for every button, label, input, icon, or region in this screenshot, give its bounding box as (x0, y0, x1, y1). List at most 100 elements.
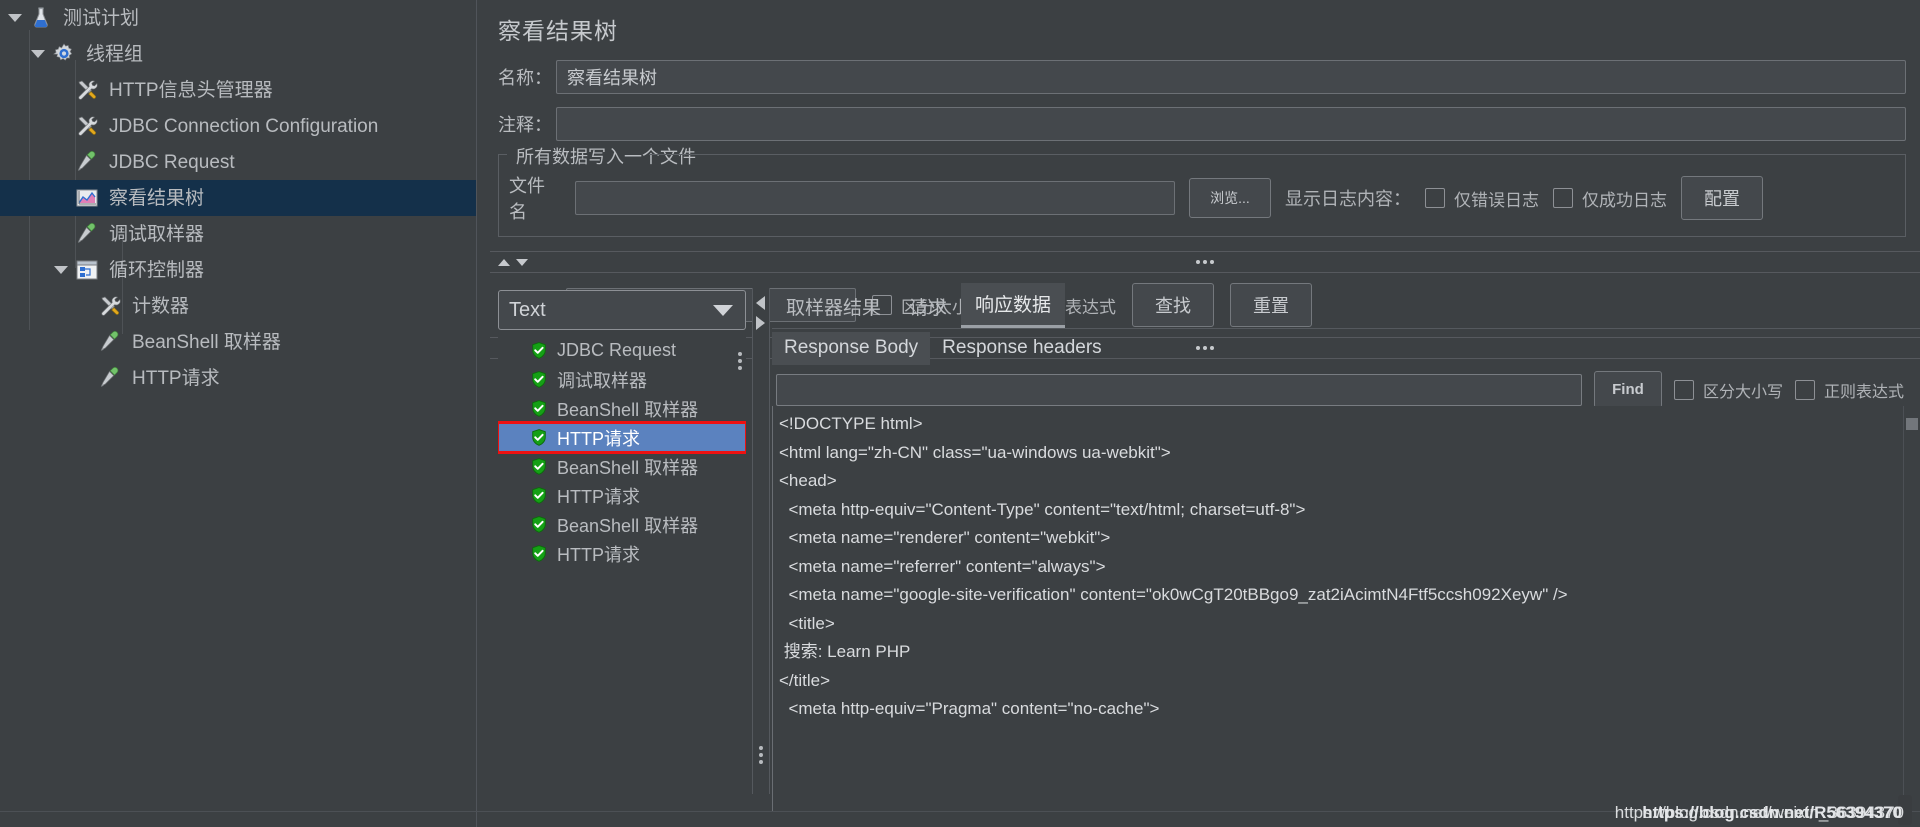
results-detail-splitter[interactable] (752, 288, 770, 794)
controller-icon (74, 258, 100, 282)
tree-item[interactable]: 循环控制器 (0, 252, 476, 288)
response-body-line: <meta name="google-site-verification" co… (779, 585, 1568, 604)
chevron-down-icon[interactable] (713, 305, 733, 316)
detail-tab[interactable]: 响应数据 (961, 283, 1066, 328)
response-case-label: 区分大小写 (1702, 383, 1783, 401)
chart-icon (76, 189, 98, 207)
success-only-label: 仅成功日志 (1582, 190, 1667, 210)
renderer-select[interactable]: Text (498, 290, 746, 330)
response-body-line: <meta http-equiv="Pragma" content="no-ca… (779, 699, 1160, 718)
sampler-list-item[interactable]: BeanShell 取样器 (498, 394, 746, 423)
response-body-line: </title> (779, 670, 831, 690)
tree-item[interactable]: BeanShell 取样器 (0, 324, 476, 360)
success-shield-icon (532, 458, 546, 475)
tree-twisty-placeholder (77, 302, 91, 310)
watermark-block (1898, 795, 1912, 825)
tree-item[interactable]: 察看结果树 (0, 180, 476, 216)
sampler-list-item[interactable]: HTTP请求 (498, 421, 746, 454)
sampler-list-item-label: HTTP请求 (557, 428, 640, 449)
jmeter-window: 测试计划 线程组 HTTP信息头管理器 JDBC Connection Configu… (0, 0, 1920, 827)
flask-icon (28, 6, 54, 30)
left-drag-dots-icon[interactable] (738, 352, 742, 370)
sampler-list-item[interactable]: JDBC Request (498, 336, 746, 365)
tree-item[interactable]: JDBC Connection Configuration (0, 108, 476, 144)
detail-subtabs[interactable]: Response Body Response headers (772, 329, 1920, 365)
chevron-up-icon[interactable] (498, 258, 510, 266)
test-plan-tree[interactable]: 测试计划 线程组 HTTP信息头管理器 JDBC Connection Configu… (0, 0, 476, 812)
checkbox-icon[interactable] (1553, 188, 1573, 208)
sampler-list-item-label: HTTP请求 (557, 544, 640, 565)
pipette-icon (74, 150, 100, 174)
sampler-result-list[interactable]: JDBC Request 调试取样器 BeanShell 取样器 HTTP请求 Bean… (498, 330, 746, 794)
tree-item[interactable]: HTTP请求 (0, 360, 476, 396)
success-only-checkbox[interactable]: 仅成功日志 (1553, 186, 1667, 211)
name-input[interactable]: 察看结果树 (556, 60, 1906, 94)
response-find-button[interactable]: Find (1593, 371, 1662, 408)
flask-icon (34, 7, 48, 28)
detail-tabs[interactable]: 取样器结果 请求 响应数据 (772, 283, 1920, 329)
chevron-right-icon[interactable] (756, 316, 765, 330)
filename-input[interactable] (575, 181, 1175, 215)
detail-tab[interactable]: 请求 (895, 286, 961, 328)
tree-item[interactable]: 线程组 (0, 36, 476, 72)
tree-twisty-placeholder (54, 158, 68, 166)
sampler-list-item-label: BeanShell 取样器 (557, 399, 699, 420)
tree-twisty-placeholder (54, 194, 68, 202)
write-all-data-group: 所有数据写入一个文件 文件名 浏览... 显示日志内容： 仅错误日志 仅成功日志… (498, 143, 1906, 237)
page-title: 察看结果树 (498, 18, 618, 44)
success-shield-icon (532, 342, 546, 359)
tree-item[interactable]: 计数器 (0, 288, 476, 324)
success-shield-icon (532, 545, 546, 562)
sampler-list-item[interactable]: HTTP请求 (498, 539, 746, 568)
success-shield-icon (532, 400, 546, 417)
response-find-input[interactable] (776, 373, 1582, 406)
tree-item-label: HTTP信息头管理器 (109, 79, 273, 101)
drag-dots-icon[interactable] (1196, 260, 1214, 264)
tree-item[interactable]: HTTP信息头管理器 (0, 72, 476, 108)
detail-tab[interactable]: 取样器结果 (772, 286, 895, 328)
pipette-icon (77, 222, 96, 243)
response-regex-checkbox[interactable]: 正则表达式 (1794, 378, 1904, 402)
sampler-column: Text JDBC Request 调试取样器 BeanShell 取样器 HTTP请… (498, 290, 746, 794)
tree-item-label: JDBC Request (109, 151, 235, 173)
sampler-list-item[interactable]: BeanShell 取样器 (498, 510, 746, 539)
detail-subtab[interactable]: Response headers (930, 332, 1114, 365)
chevron-down-icon[interactable] (54, 266, 68, 274)
scrollbar-thumb[interactable] (1906, 418, 1918, 430)
tools-icon (78, 80, 98, 100)
tree-item[interactable]: 测试计划 (0, 0, 476, 36)
chevron-down-icon[interactable] (516, 258, 528, 266)
sampler-list-item-label: JDBC Request (557, 340, 677, 360)
checkbox-icon[interactable] (1673, 379, 1694, 400)
comment-input[interactable] (556, 107, 1906, 141)
success-shield-icon (532, 516, 546, 533)
collapse-strip-1[interactable] (490, 251, 1920, 273)
sampler-list-item-label: HTTP请求 (557, 486, 640, 507)
tree-item[interactable]: JDBC Request (0, 144, 476, 180)
checkbox-icon[interactable] (1425, 188, 1445, 208)
errors-only-checkbox[interactable]: 仅错误日志 (1425, 186, 1539, 211)
response-body-text[interactable]: <!DOCTYPE html> <html lang="zh-CN" class=… (772, 406, 1904, 812)
name-field-row: 名称： 察看结果树 (490, 60, 1920, 94)
response-body-line: <meta name="renderer" content="webkit"> (779, 528, 1111, 547)
browse-button[interactable]: 浏览... (1189, 178, 1271, 218)
tools-icon (78, 116, 98, 136)
drag-dots-icon[interactable] (759, 746, 763, 764)
checkbox-icon[interactable] (1794, 379, 1815, 400)
chevron-left-icon[interactable] (756, 296, 765, 310)
detail-subtab[interactable]: Response Body (772, 332, 931, 365)
sampler-list-item[interactable]: 调试取样器 (498, 365, 746, 394)
chevron-down-icon[interactable] (8, 14, 22, 22)
tree-item[interactable]: 调试取样器 (0, 216, 476, 252)
success-shield-icon (532, 429, 546, 446)
comment-field-row: 注释： (490, 107, 1920, 141)
configure-button[interactable]: 配置 (1681, 176, 1763, 220)
sampler-list-item[interactable]: BeanShell 取样器 (498, 452, 746, 481)
response-body-scrollbar[interactable] (1903, 406, 1920, 812)
errors-only-label: 仅错误日志 (1454, 190, 1539, 210)
success-shield-icon (532, 371, 546, 388)
sampler-list-item[interactable]: HTTP请求 (498, 481, 746, 510)
chevron-down-icon[interactable] (31, 50, 45, 58)
response-case-checkbox[interactable]: 区分大小写 (1673, 378, 1783, 402)
controller-icon (76, 260, 98, 280)
